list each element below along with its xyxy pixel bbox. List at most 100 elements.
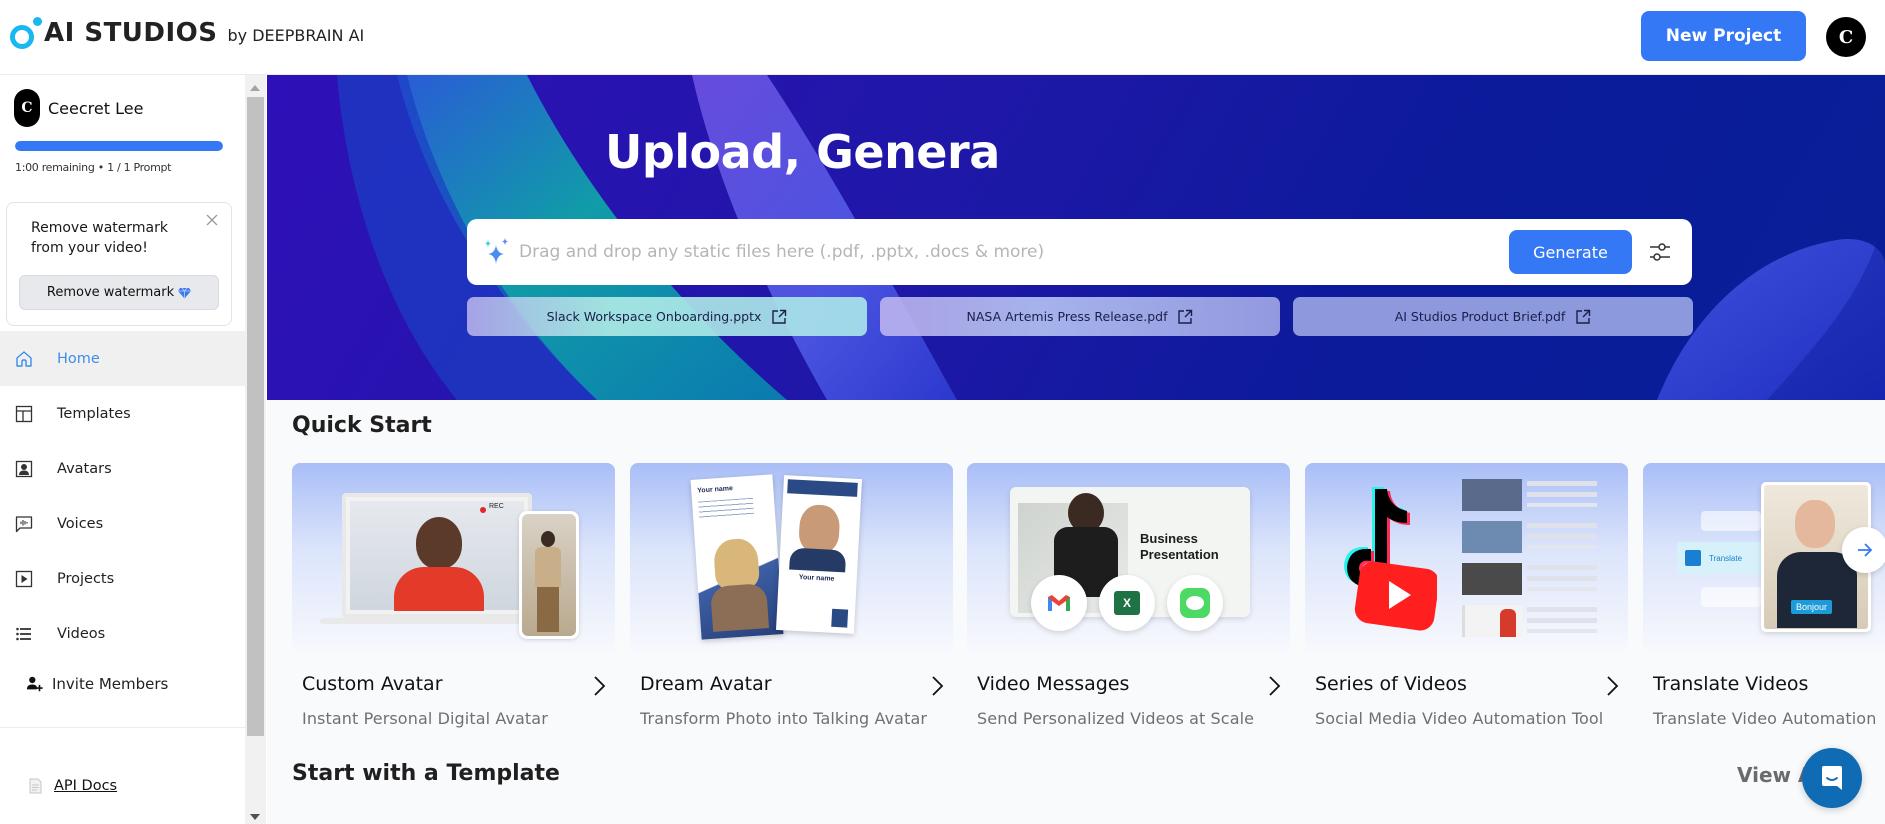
sidebar-item-label: Projects xyxy=(57,570,115,587)
start-with-template-title: Start with a Template xyxy=(292,761,560,786)
generate-button[interactable]: Generate xyxy=(1509,230,1632,274)
quick-start-card-translate-videos[interactable]: Translate Bonjour Translate Videos Trans… xyxy=(1643,463,1885,733)
diamond-icon xyxy=(178,287,192,298)
user-name: Ceecret Lee xyxy=(48,98,144,118)
video-thumb xyxy=(1462,521,1522,553)
remove-watermark-card: Remove watermark from your video! Remove… xyxy=(6,202,232,326)
sidebar: C Ceecret Lee 1:00 remaining • 1 / 1 Pro… xyxy=(0,75,245,824)
chevron-right-icon xyxy=(932,676,944,696)
add-user-icon xyxy=(26,676,43,692)
user-avatar-button[interactable]: C xyxy=(1826,17,1866,57)
laptop-frame: REC xyxy=(342,493,532,618)
chat-icon xyxy=(1822,766,1842,790)
card-thumbnail: REC xyxy=(292,463,615,653)
sidebar-item-home[interactable]: Home xyxy=(0,331,245,386)
sidebar-divider xyxy=(0,727,245,728)
layout-icon xyxy=(15,405,33,422)
list-icon xyxy=(16,627,31,640)
hero-title: Upload, Genera xyxy=(605,125,1000,179)
card-thumbnail: Your name Your name xyxy=(630,463,953,653)
sidebar-item-label: Videos xyxy=(57,625,106,642)
gmail-icon xyxy=(1031,575,1087,631)
quick-start-carousel: REC Custom Avatar Instant Personal Digit… xyxy=(292,463,1885,733)
chevron-right-icon xyxy=(1269,676,1281,696)
file-drop-input[interactable] xyxy=(519,237,1499,267)
sample-file-chip[interactable]: AI Studios Product Brief.pdf xyxy=(1293,297,1693,336)
scroll-down-arrow-icon[interactable] xyxy=(250,814,260,820)
external-link-icon xyxy=(1576,309,1591,324)
card-subtitle: Transform Photo into Talking Avatar xyxy=(640,709,928,728)
chip-label: Slack Workspace Onboarding.pptx xyxy=(546,309,762,324)
chip-label: NASA Artemis Press Release.pdf xyxy=(966,309,1168,324)
sidebar-item-templates[interactable]: Templates xyxy=(0,386,245,441)
sidebar-item-videos[interactable]: Videos xyxy=(0,606,245,661)
sidebar-item-label: Templates xyxy=(57,405,131,422)
avatar: C xyxy=(14,89,40,127)
ai-studios-logo[interactable]: AI STUDIOS by DEEPBRAIN AI xyxy=(10,17,364,49)
quick-start-card-series-of-videos[interactable]: Series of Videos Social Media Video Auto… xyxy=(1305,463,1628,733)
card-title: Video Messages xyxy=(977,673,1130,695)
card-title: Custom Avatar xyxy=(302,673,443,695)
scroll-up-arrow-icon[interactable] xyxy=(250,85,260,91)
video-thumb xyxy=(1462,479,1522,511)
remove-watermark-label: Remove watermark xyxy=(46,285,175,300)
chip-label: AI Studios Product Brief.pdf xyxy=(1394,309,1566,324)
video-thumb xyxy=(1462,605,1522,637)
carousel-next-button[interactable] xyxy=(1842,527,1885,573)
card-title: Translate Videos xyxy=(1653,673,1809,695)
sidebar-item-voices[interactable]: Voices xyxy=(0,496,245,551)
excel-icon: X xyxy=(1099,575,1155,631)
close-icon[interactable] xyxy=(205,213,219,227)
usage-progress-bar xyxy=(15,141,223,151)
translate-label: Translate xyxy=(1709,553,1743,563)
id-card-name: Your name xyxy=(697,485,734,495)
play-icon xyxy=(15,570,33,587)
logo-text: AI STUDIOS xyxy=(44,18,218,48)
bonjour-label: Bonjour xyxy=(1791,600,1833,614)
home-icon xyxy=(16,350,32,367)
sidebar-item-projects[interactable]: Projects xyxy=(0,551,245,606)
scrollbar-thumb[interactable] xyxy=(247,97,264,736)
quick-start-card-dream-avatar[interactable]: Your name Your name Dream Avatar Transfo… xyxy=(630,463,953,733)
chevron-right-icon xyxy=(1607,676,1619,696)
voice-icon xyxy=(15,515,33,532)
user-profile[interactable]: C Ceecret Lee xyxy=(14,89,143,127)
new-project-button[interactable]: New Project xyxy=(1641,11,1806,61)
phone-frame xyxy=(519,511,579,639)
watermark-message: Remove watermark from your video! xyxy=(31,220,168,256)
sidebar-item-avatars[interactable]: Avatars xyxy=(0,441,245,496)
sidebar-nav: Home Templates Avatars Voices Projects V… xyxy=(0,331,245,707)
id-card-front: Your name xyxy=(690,474,784,640)
chat-support-button[interactable] xyxy=(1802,748,1862,808)
messages-icon xyxy=(1167,575,1223,631)
sidebar-scrollbar[interactable] xyxy=(245,75,266,824)
sidebar-item-label: Home xyxy=(57,350,100,367)
sliders-icon[interactable] xyxy=(1647,239,1673,265)
chevron-right-icon xyxy=(594,676,606,696)
card-title: Series of Videos xyxy=(1315,673,1467,695)
api-docs-label: API Docs xyxy=(54,778,118,794)
card-thumbnail xyxy=(1305,463,1628,653)
api-docs-link[interactable]: API Docs xyxy=(29,778,117,794)
card-subtitle: Send Personalized Videos at Scale xyxy=(977,709,1255,728)
sample-file-chip[interactable]: NASA Artemis Press Release.pdf xyxy=(880,297,1280,336)
card-thumbnail: Business Presentation X xyxy=(967,463,1290,653)
sample-file-chip[interactable]: Slack Workspace Onboarding.pptx xyxy=(467,297,867,336)
invite-members-label: Invite Members xyxy=(52,675,169,693)
quick-start-card-custom-avatar[interactable]: REC Custom Avatar Instant Personal Digit… xyxy=(292,463,615,733)
arrow-right-icon xyxy=(1858,543,1873,557)
invite-members-button[interactable]: Invite Members xyxy=(0,661,245,707)
file-upload-box[interactable]: Generate xyxy=(467,219,1692,285)
usage-text: 1:00 remaining • 1 / 1 Prompt xyxy=(15,161,172,174)
quick-start-card-video-messages[interactable]: Business Presentation X Video Messages S… xyxy=(967,463,1290,733)
remove-watermark-button[interactable]: Remove watermark xyxy=(19,275,219,310)
card-subtitle: Instant Personal Digital Avatar xyxy=(302,709,548,728)
hero-banner: Upload, Genera Generate Slack Workspace … xyxy=(267,75,1885,400)
top-header: AI STUDIOS by DEEPBRAIN AI New Project C xyxy=(0,0,1885,75)
id-card-name: Your name xyxy=(798,573,835,583)
id-card-back: Your name xyxy=(775,475,863,634)
tiktok-youtube-icon xyxy=(1344,487,1437,631)
logo-by-text: by DEEPBRAIN AI xyxy=(227,26,365,45)
document-icon xyxy=(29,778,42,794)
card-subtitle: Translate Video Automation xyxy=(1653,709,1877,728)
